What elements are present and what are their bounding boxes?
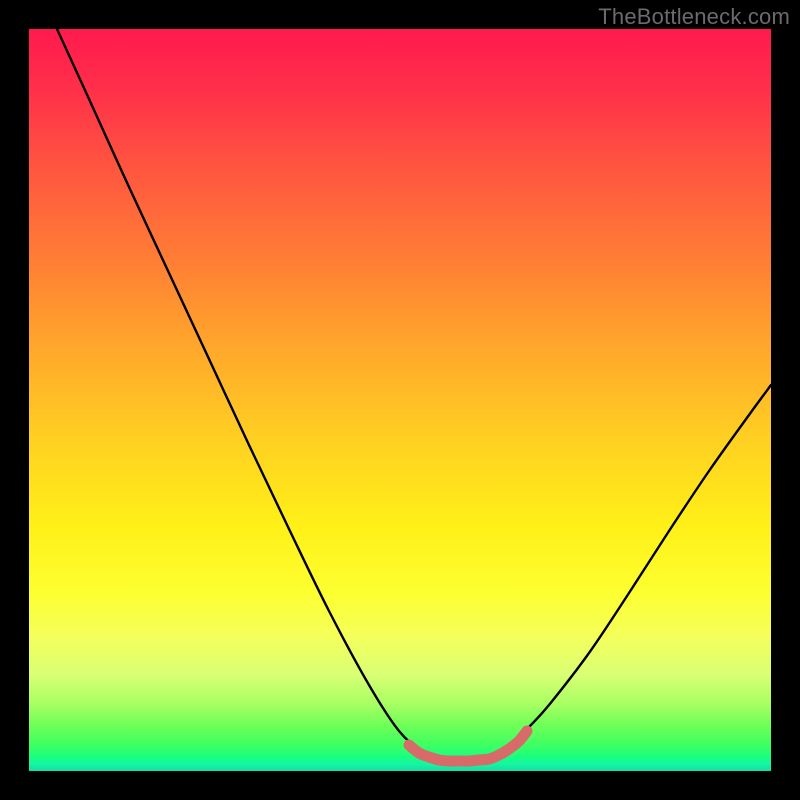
plot-area: [29, 29, 771, 771]
watermark-text: TheBottleneck.com: [598, 4, 790, 30]
bottleneck-curve: [57, 29, 771, 761]
chart-frame: TheBottleneck.com: [0, 0, 800, 800]
chart-svg: [29, 29, 771, 771]
bottom-highlight: [409, 731, 527, 761]
